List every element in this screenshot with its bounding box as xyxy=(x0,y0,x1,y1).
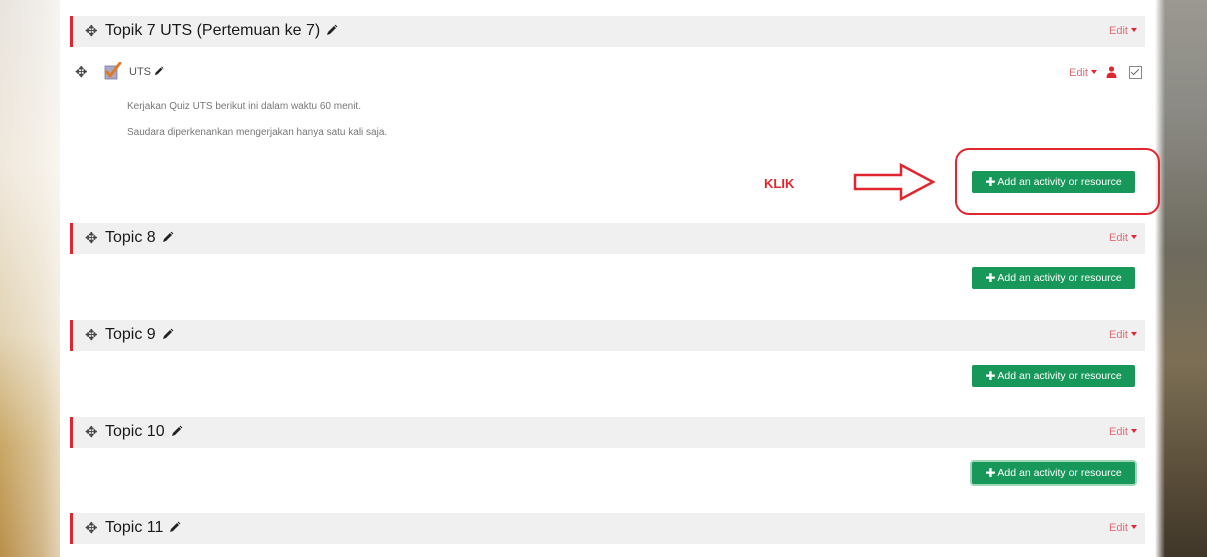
section-header-topic-10: ✥ Topic 10 Edit xyxy=(70,417,1145,448)
pencil-icon[interactable] xyxy=(171,425,183,437)
section-title[interactable]: Topic 11 xyxy=(105,519,181,537)
move-icon[interactable]: ✥ xyxy=(85,326,98,344)
plus-icon: ✚ xyxy=(985,369,996,383)
klik-annotation: KLIK xyxy=(764,176,795,191)
section-title[interactable]: Topic 10 xyxy=(105,423,183,441)
pencil-icon[interactable] xyxy=(326,24,338,36)
plus-icon: ✚ xyxy=(985,175,996,189)
completion-checkbox-icon[interactable] xyxy=(1129,66,1142,79)
caret-down-icon xyxy=(1131,235,1137,239)
activity-edit-menu[interactable]: Edit xyxy=(1069,67,1097,79)
pencil-icon[interactable] xyxy=(162,231,174,243)
arrow-right-icon xyxy=(853,163,936,201)
activity-description-line-2: Saudara diperkenankan mengerjakan hanya … xyxy=(127,127,388,138)
add-activity-button-topic-10[interactable]: ✚ Add an activity or resource xyxy=(972,462,1135,484)
pencil-icon[interactable] xyxy=(169,521,181,533)
caret-down-icon xyxy=(1131,332,1137,336)
move-icon[interactable]: ✥ xyxy=(75,63,88,81)
section-edit-menu[interactable]: Edit xyxy=(1109,426,1137,438)
add-activity-button-topik-7[interactable]: ✚ Add an activity or resource xyxy=(972,171,1135,193)
section-title[interactable]: Topik 7 UTS (Pertemuan ke 7) xyxy=(105,22,338,40)
section-edit-menu[interactable]: Edit xyxy=(1109,522,1137,534)
move-icon[interactable]: ✥ xyxy=(85,519,98,537)
caret-down-icon xyxy=(1131,429,1137,433)
quiz-icon xyxy=(104,62,122,80)
section-edit-menu[interactable]: Edit xyxy=(1109,329,1137,341)
section-title[interactable]: Topic 8 xyxy=(105,229,174,247)
course-content: ✥ Topik 7 UTS (Pertemuan ke 7) Edit ✥ UT… xyxy=(60,0,1160,557)
caret-down-icon xyxy=(1131,28,1137,32)
section-header-topic-11: ✥ Topic 11 Edit xyxy=(70,513,1145,544)
add-activity-button-topic-9[interactable]: ✚ Add an activity or resource xyxy=(972,365,1135,387)
section-edit-menu[interactable]: Edit xyxy=(1109,232,1137,244)
plus-icon: ✚ xyxy=(985,271,996,285)
section-header-topic-8: ✥ Topic 8 Edit xyxy=(70,223,1145,254)
activity-name[interactable]: UTS xyxy=(129,66,164,78)
section-edit-menu[interactable]: Edit xyxy=(1109,25,1137,37)
pencil-icon[interactable] xyxy=(162,328,174,340)
move-icon[interactable]: ✥ xyxy=(85,22,98,40)
activity-description-line-1: Kerjakan Quiz UTS berikut ini dalam wakt… xyxy=(127,101,361,112)
section-title[interactable]: Topic 9 xyxy=(105,326,174,344)
section-header-topic-9: ✥ Topic 9 Edit xyxy=(70,320,1145,351)
caret-down-icon xyxy=(1131,525,1137,529)
move-icon[interactable]: ✥ xyxy=(85,229,98,247)
add-activity-button-topic-8[interactable]: ✚ Add an activity or resource xyxy=(972,267,1135,289)
background-left xyxy=(0,0,60,557)
move-icon[interactable]: ✥ xyxy=(85,423,98,441)
background-right xyxy=(1155,0,1207,557)
pencil-icon[interactable] xyxy=(154,66,164,76)
section-header-topik-7: ✥ Topik 7 UTS (Pertemuan ke 7) Edit xyxy=(70,16,1145,47)
plus-icon: ✚ xyxy=(985,466,996,480)
caret-down-icon xyxy=(1091,70,1097,74)
user-icon[interactable] xyxy=(1106,66,1117,78)
